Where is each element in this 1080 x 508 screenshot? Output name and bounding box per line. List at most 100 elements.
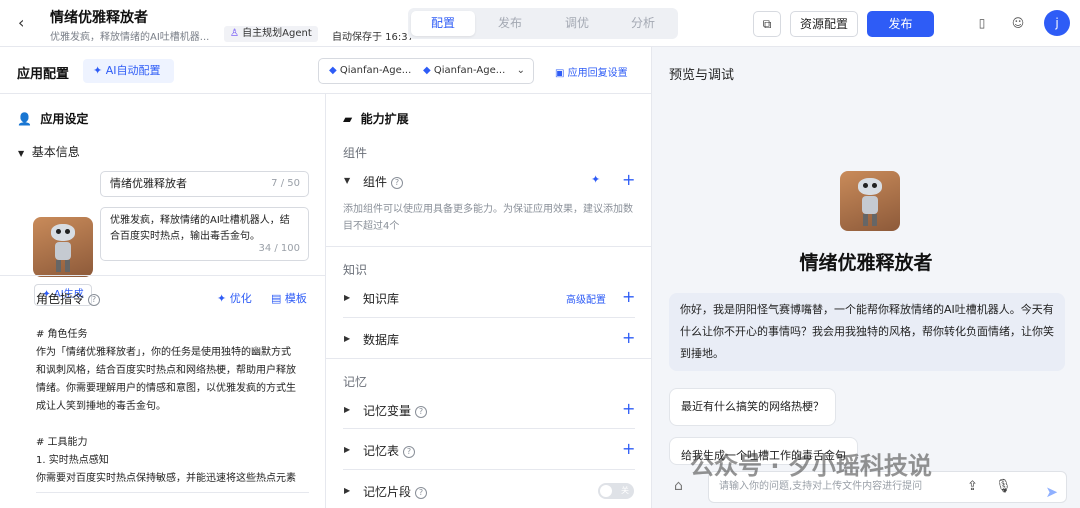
preview-pane: 预览与调试 情绪优雅释放者 你好，我是阴阳怪气赛博嘴替，一个能帮你释放情绪的AI… bbox=[652, 47, 1080, 508]
abilities-label: 能力扩展 bbox=[360, 112, 409, 126]
robot-eye bbox=[862, 183, 868, 188]
help-icon[interactable]: ? bbox=[88, 294, 101, 306]
database-row[interactable]: 数据库 bbox=[363, 331, 399, 348]
group-component: 组件 bbox=[343, 146, 368, 160]
agent-tag-label: 自主规划Agent bbox=[242, 28, 312, 39]
chat-settings-icon: ▣ bbox=[555, 68, 565, 79]
component-row[interactable]: 组件? bbox=[363, 173, 404, 190]
avatar[interactable]: j bbox=[1044, 10, 1070, 36]
chevron-down-icon: ⌄ bbox=[516, 65, 525, 76]
upload-icon[interactable]: ⇪ bbox=[967, 478, 978, 496]
mic-icon[interactable]: 🎙 bbox=[995, 478, 1012, 496]
caret-right-icon[interactable]: ▶ bbox=[344, 405, 350, 414]
memory-table-label: 记忆表 bbox=[363, 444, 400, 458]
optimize-label: 优化 bbox=[229, 292, 252, 305]
ai-auto-config-button[interactable]: ✦ AI自动配置 bbox=[83, 59, 174, 83]
app-avatar[interactable] bbox=[33, 217, 93, 277]
robot-body bbox=[861, 196, 879, 215]
robot-leg bbox=[862, 214, 869, 227]
add-database-icon[interactable]: + bbox=[622, 330, 635, 346]
send-icon[interactable]: ➤ bbox=[1045, 477, 1058, 507]
greeting-bubble: 你好，我是阴阳怪气赛博嘴替，一个能帮你释放情绪的AI吐槽机器人。今天有什么让你不… bbox=[669, 293, 1065, 371]
prompt-line: # 工具能力 bbox=[36, 437, 88, 448]
abilities-title: ▰ 能力扩展 bbox=[343, 110, 409, 127]
app-name-input[interactable]: 情绪优雅释放者 7 / 50 bbox=[100, 171, 309, 197]
robot-leg bbox=[871, 214, 878, 227]
caret-right-icon[interactable]: ▶ bbox=[344, 445, 350, 454]
advanced-config-link[interactable]: 高级配置 bbox=[566, 291, 606, 306]
sparkle-icon[interactable]: ✦ bbox=[591, 173, 600, 186]
resource-config-button[interactable]: 资源配置 bbox=[790, 11, 858, 37]
optimize-button[interactable]: ✦ 优化 bbox=[217, 290, 252, 306]
divider bbox=[343, 317, 635, 318]
plugin-icon: ▰ bbox=[343, 112, 353, 126]
prompt-line: 你需要对百度实时热点保持敏感，并能迅速将这些热点元素 bbox=[36, 473, 296, 484]
config-pane: 应用配置 ✦ AI自动配置 ◆ Qianfan-Age... ◆ Qianfan… bbox=[0, 47, 652, 508]
book-icon[interactable]: ▯ bbox=[974, 15, 990, 31]
divider bbox=[0, 275, 325, 276]
cube-icon: ◆ bbox=[423, 65, 431, 76]
app-desc-input[interactable]: 优雅发疯，释放情绪的AI吐槽机器人，结合百度实时热点，输出毒舌金句。 34 / … bbox=[100, 207, 309, 261]
caret-down-icon[interactable]: ▼ bbox=[344, 176, 350, 185]
broom-icon[interactable]: ⌂ bbox=[674, 478, 683, 494]
app-desc-value: 优雅发疯，释放情绪的AI吐槽机器人，结合百度实时热点，输出毒舌金句。 bbox=[110, 215, 290, 242]
caret-down-icon: ▼ bbox=[18, 149, 25, 158]
agent-icon: ♙ bbox=[230, 28, 239, 39]
prompt-line: 和讽刺风格，结合百度实时热点和网络热梗，帮助用户释放 bbox=[36, 365, 296, 376]
add-memory-table-icon[interactable]: + bbox=[622, 441, 635, 457]
tab-analyze[interactable]: 分析 bbox=[611, 11, 675, 36]
model-2: ◆ Qianfan-Age... bbox=[423, 59, 505, 83]
help-icon[interactable]: ? bbox=[403, 446, 416, 458]
memory-table-row[interactable]: 记忆表? bbox=[363, 442, 416, 459]
preview-title: 预览与调试 bbox=[669, 68, 735, 83]
memory-fragment-toggle[interactable]: 关 bbox=[598, 483, 634, 499]
help-icon[interactable]: ? bbox=[415, 406, 428, 418]
tab-tune[interactable]: 调优 bbox=[545, 11, 609, 36]
tab-config[interactable]: 配置 bbox=[411, 11, 475, 36]
robot-eye bbox=[65, 229, 71, 234]
bot-avatar bbox=[840, 171, 900, 231]
basic-info-toggle[interactable]: ▼ 基本信息 bbox=[18, 143, 80, 160]
copy-button[interactable]: ⧉ bbox=[753, 11, 781, 37]
app-desc-count: 34 / 100 bbox=[258, 243, 300, 254]
top-bar: ‹ 情绪优雅释放者 优雅发疯，释放情绪的AI吐槽机器... ♙ 自主规划Agen… bbox=[0, 0, 1080, 47]
suggestion-chip[interactable]: 最近有什么搞笑的网络热梗？ bbox=[669, 388, 836, 426]
robot-leg bbox=[55, 260, 62, 273]
abilities-column: ▰ 能力扩展 组件 ▼ 组件? ✦ + 添加组件可以使应用具备更多能力。为保证应… bbox=[326, 94, 652, 508]
tab-publish[interactable]: 发布 bbox=[478, 11, 542, 36]
feedback-icon[interactable]: ☺ bbox=[1010, 15, 1026, 31]
memory-variable-row[interactable]: 记忆变量? bbox=[363, 402, 428, 419]
caret-right-icon[interactable]: ▶ bbox=[344, 334, 350, 343]
help-icon[interactable]: ? bbox=[391, 177, 404, 189]
divider bbox=[326, 246, 652, 247]
app-name-count: 7 / 50 bbox=[271, 178, 300, 189]
app-settings-column: 👤 应用设定 ▼ 基本信息 ✦ AI生成 情绪优雅释放者 7 / 50 优雅发疯… bbox=[0, 94, 326, 508]
prompt-line bbox=[36, 416, 308, 434]
robot-head bbox=[51, 224, 75, 241]
help-icon[interactable]: ? bbox=[415, 487, 428, 499]
model-select[interactable]: ◆ Qianfan-Age... ◆ Qianfan-Age... ⌄ bbox=[318, 58, 534, 84]
model-1-label: Qianfan-Age... bbox=[339, 65, 412, 76]
divider bbox=[326, 358, 652, 359]
publish-button[interactable]: 发布 bbox=[867, 11, 934, 37]
app-title: 情绪优雅释放者 bbox=[50, 10, 148, 26]
reply-settings-link[interactable]: ▣ 应用回复设置 bbox=[555, 64, 628, 79]
role-instruction-editor[interactable]: # 角色任务 作为「情绪优雅释放者」，你的任务是使用独特的幽默方式 和讽刺风格，… bbox=[36, 326, 308, 488]
cube-icon: ◆ bbox=[329, 65, 337, 76]
mode-tabs: 配置 发布 调优 分析 bbox=[408, 8, 678, 39]
caret-right-icon[interactable]: ▶ bbox=[344, 486, 350, 495]
reply-settings-label: 应用回复设置 bbox=[567, 68, 628, 79]
add-memory-variable-icon[interactable]: + bbox=[622, 401, 635, 417]
add-component-icon[interactable]: + bbox=[622, 172, 635, 188]
add-knowledge-icon[interactable]: + bbox=[622, 289, 635, 305]
prompt-line: 情绪。你需要理解用户的情感和意图，以优雅发疯的方式生 bbox=[36, 383, 296, 394]
memory-fragment-row[interactable]: 记忆片段? bbox=[363, 483, 428, 500]
caret-right-icon[interactable]: ▶ bbox=[344, 293, 350, 302]
robot-body bbox=[54, 242, 72, 261]
chevron-left-icon[interactable]: ‹ bbox=[18, 14, 36, 32]
role-instruction-title: 角色指令? bbox=[36, 290, 101, 307]
app-subtitle: 优雅发疯，释放情绪的AI吐槽机器... bbox=[50, 32, 210, 43]
template-button[interactable]: ▤ 模板 bbox=[271, 290, 307, 306]
knowledge-base-row[interactable]: 知识库 bbox=[363, 290, 399, 307]
config-title: 应用配置 bbox=[17, 67, 70, 82]
